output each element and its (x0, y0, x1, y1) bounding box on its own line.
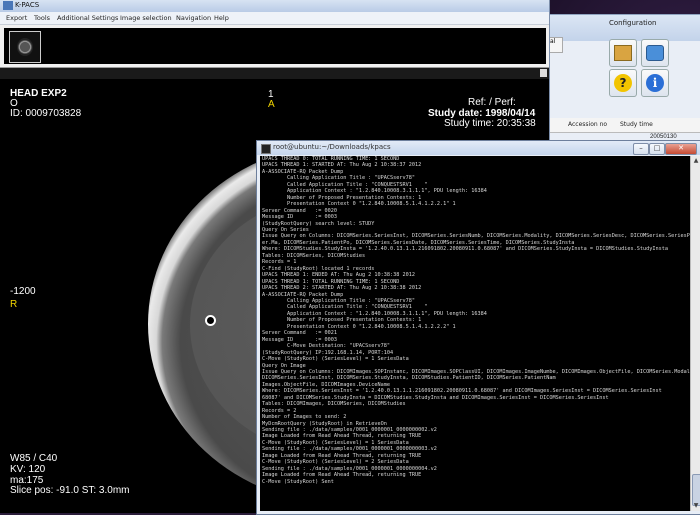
scroll-up-icon[interactable]: ▲ (692, 157, 700, 165)
settings-button[interactable] (609, 39, 637, 67)
hu-value: -1200 (10, 286, 36, 297)
app-icon (3, 1, 13, 10)
terminal-titlebar[interactable]: root@ubuntu:~/Downloads/kpacs – □ ✕ (257, 141, 700, 155)
patient-id: ID: 0009703828 (10, 108, 82, 119)
menu-tools[interactable]: Tools (34, 14, 50, 22)
thumbnail-bar (4, 28, 546, 64)
pacs-title: K-PACS (15, 1, 40, 9)
slice-position: Slice pos: -91.0 ST: 3.0mm (10, 485, 130, 496)
question-icon: ? (614, 74, 632, 92)
terminal-icon (261, 144, 271, 154)
orientation-top: A (268, 99, 275, 110)
config-tab[interactable]: al (549, 37, 563, 53)
menu-image-selection[interactable]: Image selection (120, 14, 172, 22)
study-list-header: Accession no Study time (548, 118, 700, 133)
menu-additional-settings[interactable]: Additional Settings (57, 14, 118, 22)
patient-name: HEAD EXP2 (10, 88, 67, 99)
series-thumbnail[interactable] (9, 31, 41, 63)
marker-dot (205, 315, 216, 326)
info-icon: i (646, 74, 664, 92)
terminal-line: C-Move (StudyRoot) Sent (262, 478, 334, 485)
maximize-button[interactable]: □ (649, 143, 665, 155)
terminal-output[interactable]: UPACS THREAD 0: TOTAL RUNNING TIME: 1 SE… (260, 156, 691, 511)
minimize-button[interactable]: – (633, 143, 649, 155)
viewer-menu-icon[interactable] (540, 69, 547, 77)
terminal-title: root@ubuntu:~/Downloads/kpacs (273, 143, 391, 151)
menu-bar: Export Tools Additional Settings Image s… (0, 12, 549, 25)
col-accession-no[interactable]: Accession no (568, 121, 607, 128)
thumbnail-strip (0, 25, 549, 68)
terminal-window[interactable]: root@ubuntu:~/Downloads/kpacs – □ ✕ UPAC… (256, 140, 700, 515)
help-button[interactable]: ? (609, 69, 637, 97)
col-study-time[interactable]: Study time (620, 121, 653, 128)
menu-navigation[interactable]: Navigation (176, 14, 211, 22)
ref-perf: Ref: / Perf: (468, 97, 516, 108)
terminal-line: Where: DICOMSeries.SeriesInst = '1.2.40.… (262, 388, 662, 395)
menu-export[interactable]: Export (6, 14, 27, 22)
network-button[interactable] (641, 39, 669, 67)
terminal-line: Issue Query on Columns: DICOMSeries.Seri… (262, 233, 691, 240)
close-button[interactable]: ✕ (665, 143, 697, 155)
terminal-scrollbar[interactable]: ▲ ▼ (690, 156, 700, 511)
viewer-toolbar (0, 68, 549, 79)
orientation-left: R (10, 299, 18, 310)
study-time: Study time: 20:35:38 (444, 118, 536, 129)
pacs-titlebar[interactable]: K-PACS (0, 0, 549, 12)
configuration-title: Configuration (549, 15, 700, 41)
info-button[interactable]: i (641, 69, 669, 97)
folder-icon (614, 45, 632, 61)
menu-help[interactable]: Help (214, 14, 229, 22)
kv-value: KV: 120 (10, 464, 46, 475)
terminal-line: Where: DICOMStudies.StudyInsta = '1.2.40… (262, 246, 669, 253)
scroll-down-icon[interactable]: ▼ (692, 502, 700, 510)
window-level: W85 / C40 (10, 453, 58, 464)
network-icon (646, 45, 664, 61)
